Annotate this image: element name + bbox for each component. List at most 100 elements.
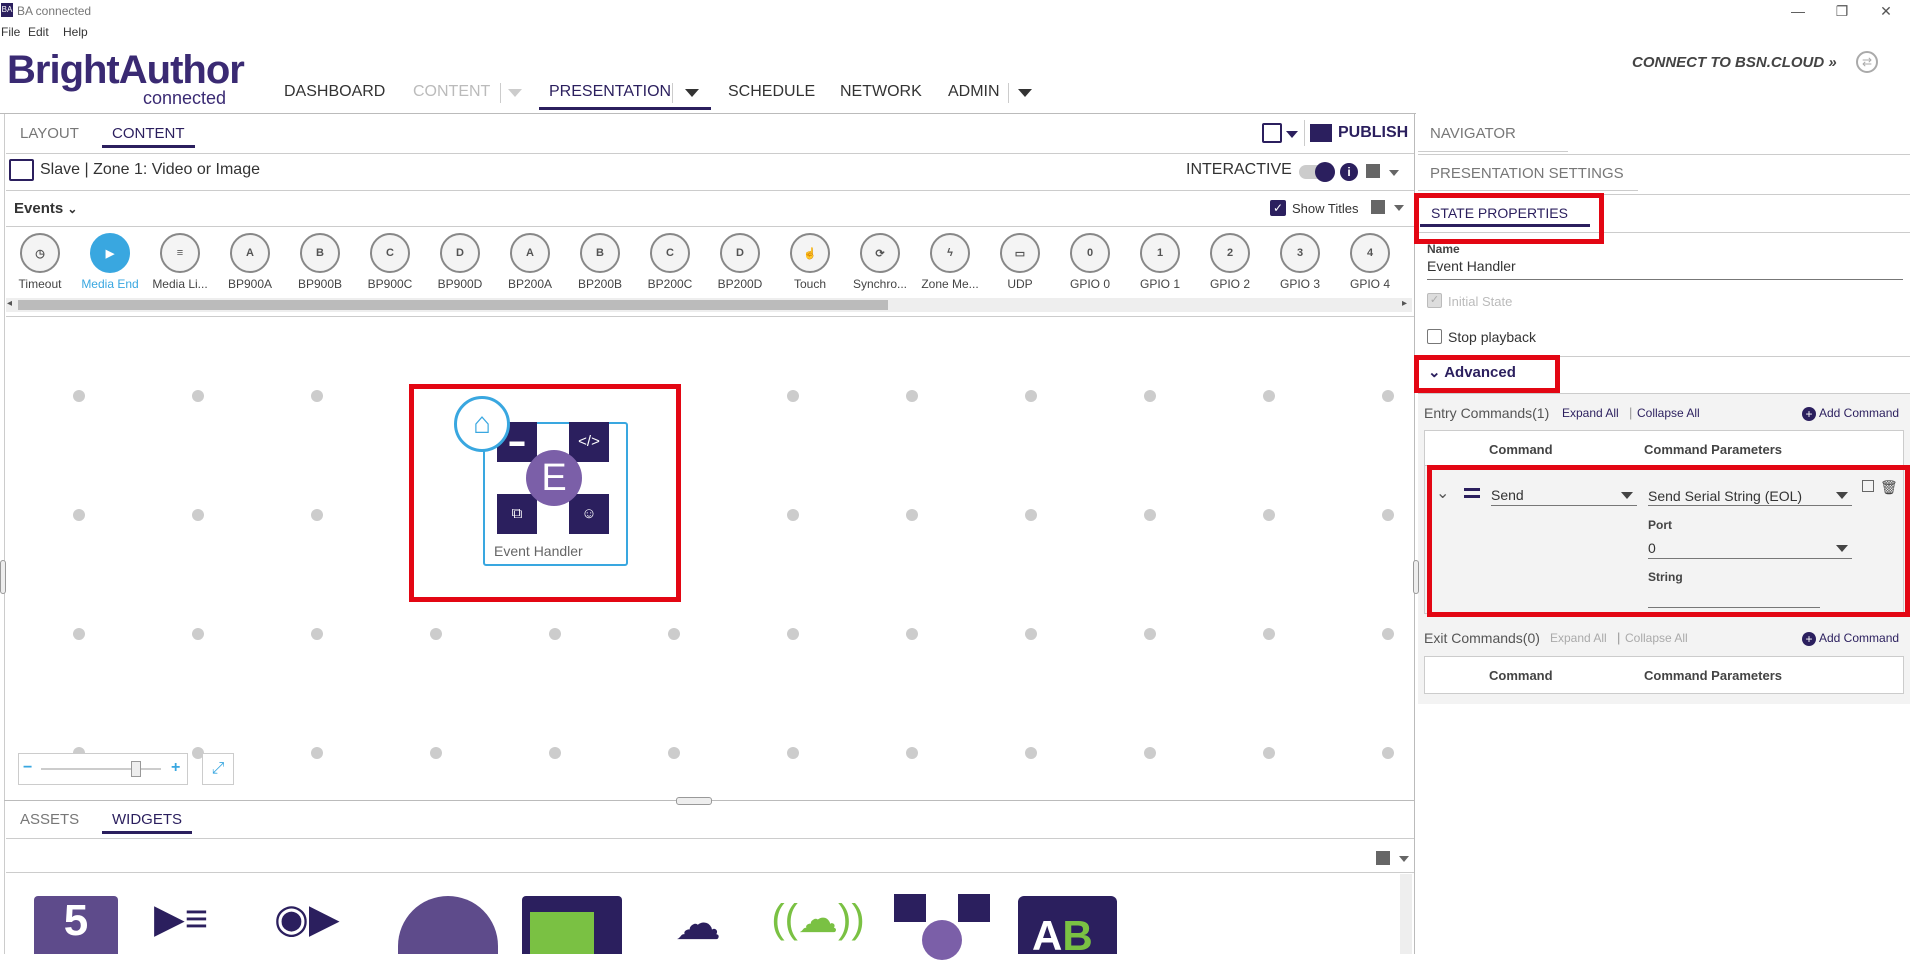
entry-expand-all[interactable]: Expand All xyxy=(1562,406,1619,420)
publish-icon[interactable] xyxy=(1310,124,1332,142)
cloud-widget-icon[interactable]: ☁ xyxy=(660,896,736,954)
save-icon[interactable] xyxy=(1262,123,1282,143)
add-entry-command-button[interactable]: Add Command xyxy=(1819,406,1899,420)
event-bp200d[interactable]: D BP200D xyxy=(708,233,772,291)
event-label: Synchro... xyxy=(852,277,908,291)
nav-dashboard[interactable]: DASHBOARD xyxy=(284,83,385,101)
publish-button[interactable]: PUBLISH xyxy=(1338,124,1408,142)
exit-expand-all[interactable]: Expand All xyxy=(1550,631,1607,645)
sync-icon[interactable]: ⇄ xyxy=(1856,51,1878,73)
event-gpio-2[interactable]: 2 GPIO 2 xyxy=(1198,233,1262,291)
tab-layout[interactable]: LAYOUT xyxy=(20,125,79,142)
event-touch[interactable]: ☝ Touch xyxy=(778,233,842,291)
entry-collapse-all[interactable]: Collapse All xyxy=(1637,406,1700,420)
event-bp200c[interactable]: C BP200C xyxy=(638,233,702,291)
presentation-settings-tab[interactable]: PRESENTATION SETTINGS xyxy=(1430,165,1624,182)
stack-widget-icon[interactable] xyxy=(398,896,498,954)
add-exit-command-icon[interactable]: + xyxy=(1802,632,1816,646)
interactive-label: INTERACTIVE xyxy=(1186,161,1292,178)
media-widget-icon[interactable]: ◉▶ xyxy=(274,896,374,954)
stop-playback-checkbox[interactable] xyxy=(1427,329,1442,344)
menu-edit[interactable]: Edit xyxy=(28,25,49,39)
toggle-knob xyxy=(1315,162,1335,182)
event-gpio-0[interactable]: 0 GPIO 0 xyxy=(1058,233,1122,291)
menu-file[interactable]: File xyxy=(1,25,20,39)
event-handler-widget-icon[interactable] xyxy=(894,894,994,960)
widgets-caret-icon[interactable] xyxy=(1399,856,1409,862)
grid-dot xyxy=(192,390,204,402)
event-udp[interactable]: ▭ UDP xyxy=(988,233,1052,291)
text-widget-icon[interactable]: AB xyxy=(1018,896,1117,959)
tab-widgets[interactable]: WIDGETS xyxy=(102,811,192,834)
navigator-tab[interactable]: NAVIGATOR xyxy=(1430,125,1516,142)
widgets-settings-icon[interactable] xyxy=(1376,851,1390,865)
left-splitter-handle[interactable] xyxy=(0,560,6,594)
add-exit-command-button[interactable]: Add Command xyxy=(1819,631,1899,645)
nav-content[interactable]: CONTENT xyxy=(413,83,490,101)
scroll-right-icon[interactable]: ▸ xyxy=(1402,298,1407,309)
events-dropdown[interactable]: Events ⌄ xyxy=(14,200,77,217)
event-timeout[interactable]: ◷ Timeout xyxy=(8,233,72,291)
grid-dot xyxy=(311,628,323,640)
zoom-out-icon[interactable]: − xyxy=(23,759,32,777)
zoom-handle[interactable] xyxy=(131,761,141,777)
grid-dot xyxy=(668,747,680,759)
event-bp200b[interactable]: B BP200B xyxy=(568,233,632,291)
event-gpio-1[interactable]: 1 GPIO 1 xyxy=(1128,233,1192,291)
event-media-li[interactable]: ≡ Media Li... xyxy=(148,233,212,291)
exit-collapse-all[interactable]: Collapse All xyxy=(1625,631,1688,645)
event-gpio-4[interactable]: 4 GPIO 4 xyxy=(1338,233,1402,291)
zoom-in-icon[interactable]: + xyxy=(171,759,180,777)
connect-bsn-link[interactable]: CONNECT TO BSN.CLOUD » xyxy=(1632,54,1837,71)
name-input[interactable]: Event Handler xyxy=(1427,258,1516,274)
event-gpio-3[interactable]: 3 GPIO 3 xyxy=(1268,233,1332,291)
playlist-widget-icon[interactable]: ▶≡ xyxy=(154,896,250,954)
admin-caret-icon[interactable] xyxy=(1018,89,1032,97)
right-splitter-handle[interactable] xyxy=(1413,560,1419,594)
splitter-handle[interactable] xyxy=(676,797,712,805)
widgets-scrollbar[interactable] xyxy=(1400,874,1412,954)
add-entry-command-icon[interactable]: + xyxy=(1802,407,1816,421)
events-scrollbar-thumb[interactable] xyxy=(18,300,888,310)
event-bp900d[interactable]: D BP900D xyxy=(428,233,492,291)
info-icon[interactable]: i xyxy=(1340,163,1358,181)
events-settings-icon[interactable] xyxy=(1371,200,1385,214)
events-caret-icon[interactable] xyxy=(1394,205,1404,211)
event-bp900b[interactable]: B BP900B xyxy=(288,233,352,291)
event-bp200a[interactable]: A BP200A xyxy=(498,233,562,291)
content-caret-icon[interactable] xyxy=(508,89,522,97)
minimize-icon[interactable]: — xyxy=(1778,1,1818,21)
tab-assets[interactable]: ASSETS xyxy=(20,811,79,828)
event-icon: D xyxy=(720,233,760,273)
tv-widget-icon[interactable] xyxy=(522,896,622,954)
zoom-slider[interactable]: − + xyxy=(18,753,188,785)
initial-state-checkbox[interactable]: ✓ xyxy=(1427,293,1442,308)
zone-caret-icon[interactable] xyxy=(1389,170,1399,176)
nav-network[interactable]: NETWORK xyxy=(840,83,922,101)
event-synchro[interactable]: ⟳ Synchro... xyxy=(848,233,912,291)
save-caret-icon[interactable] xyxy=(1286,131,1298,138)
presentation-caret-icon[interactable] xyxy=(685,89,699,97)
event-media-end[interactable]: ▶ Media End xyxy=(78,233,142,291)
menu-help[interactable]: Help xyxy=(63,25,88,39)
event-bp900a[interactable]: A BP900A xyxy=(218,233,282,291)
nav-schedule[interactable]: SCHEDULE xyxy=(728,83,815,101)
event-icon: ▭ xyxy=(1000,233,1040,273)
tab-content[interactable]: CONTENT xyxy=(102,125,195,148)
html5-widget-icon[interactable]: 5 xyxy=(34,896,118,954)
wireless-cloud-widget-icon[interactable]: ((☁)) xyxy=(768,896,868,954)
settings-square-icon[interactable] xyxy=(1366,164,1380,178)
event-label: BP200D xyxy=(717,277,763,291)
initial-state-label: Initial State xyxy=(1448,294,1513,309)
show-titles-checkbox[interactable]: ✓ xyxy=(1270,200,1286,216)
close-icon[interactable]: ✕ xyxy=(1866,1,1906,21)
event-icon: ≡ xyxy=(160,233,200,273)
restore-icon[interactable]: ❐ xyxy=(1822,1,1862,21)
event-bp900c[interactable]: C BP900C xyxy=(358,233,422,291)
nav-presentation[interactable]: PRESENTATION xyxy=(549,83,671,101)
fit-expand-icon[interactable]: ⤢ xyxy=(202,753,234,785)
nav-admin[interactable]: ADMIN xyxy=(948,83,1000,101)
stop-playback-label: Stop playback xyxy=(1448,329,1536,345)
scroll-left-icon[interactable]: ◂ xyxy=(7,298,12,309)
event-zone-me[interactable]: ϟ Zone Me... xyxy=(918,233,982,291)
